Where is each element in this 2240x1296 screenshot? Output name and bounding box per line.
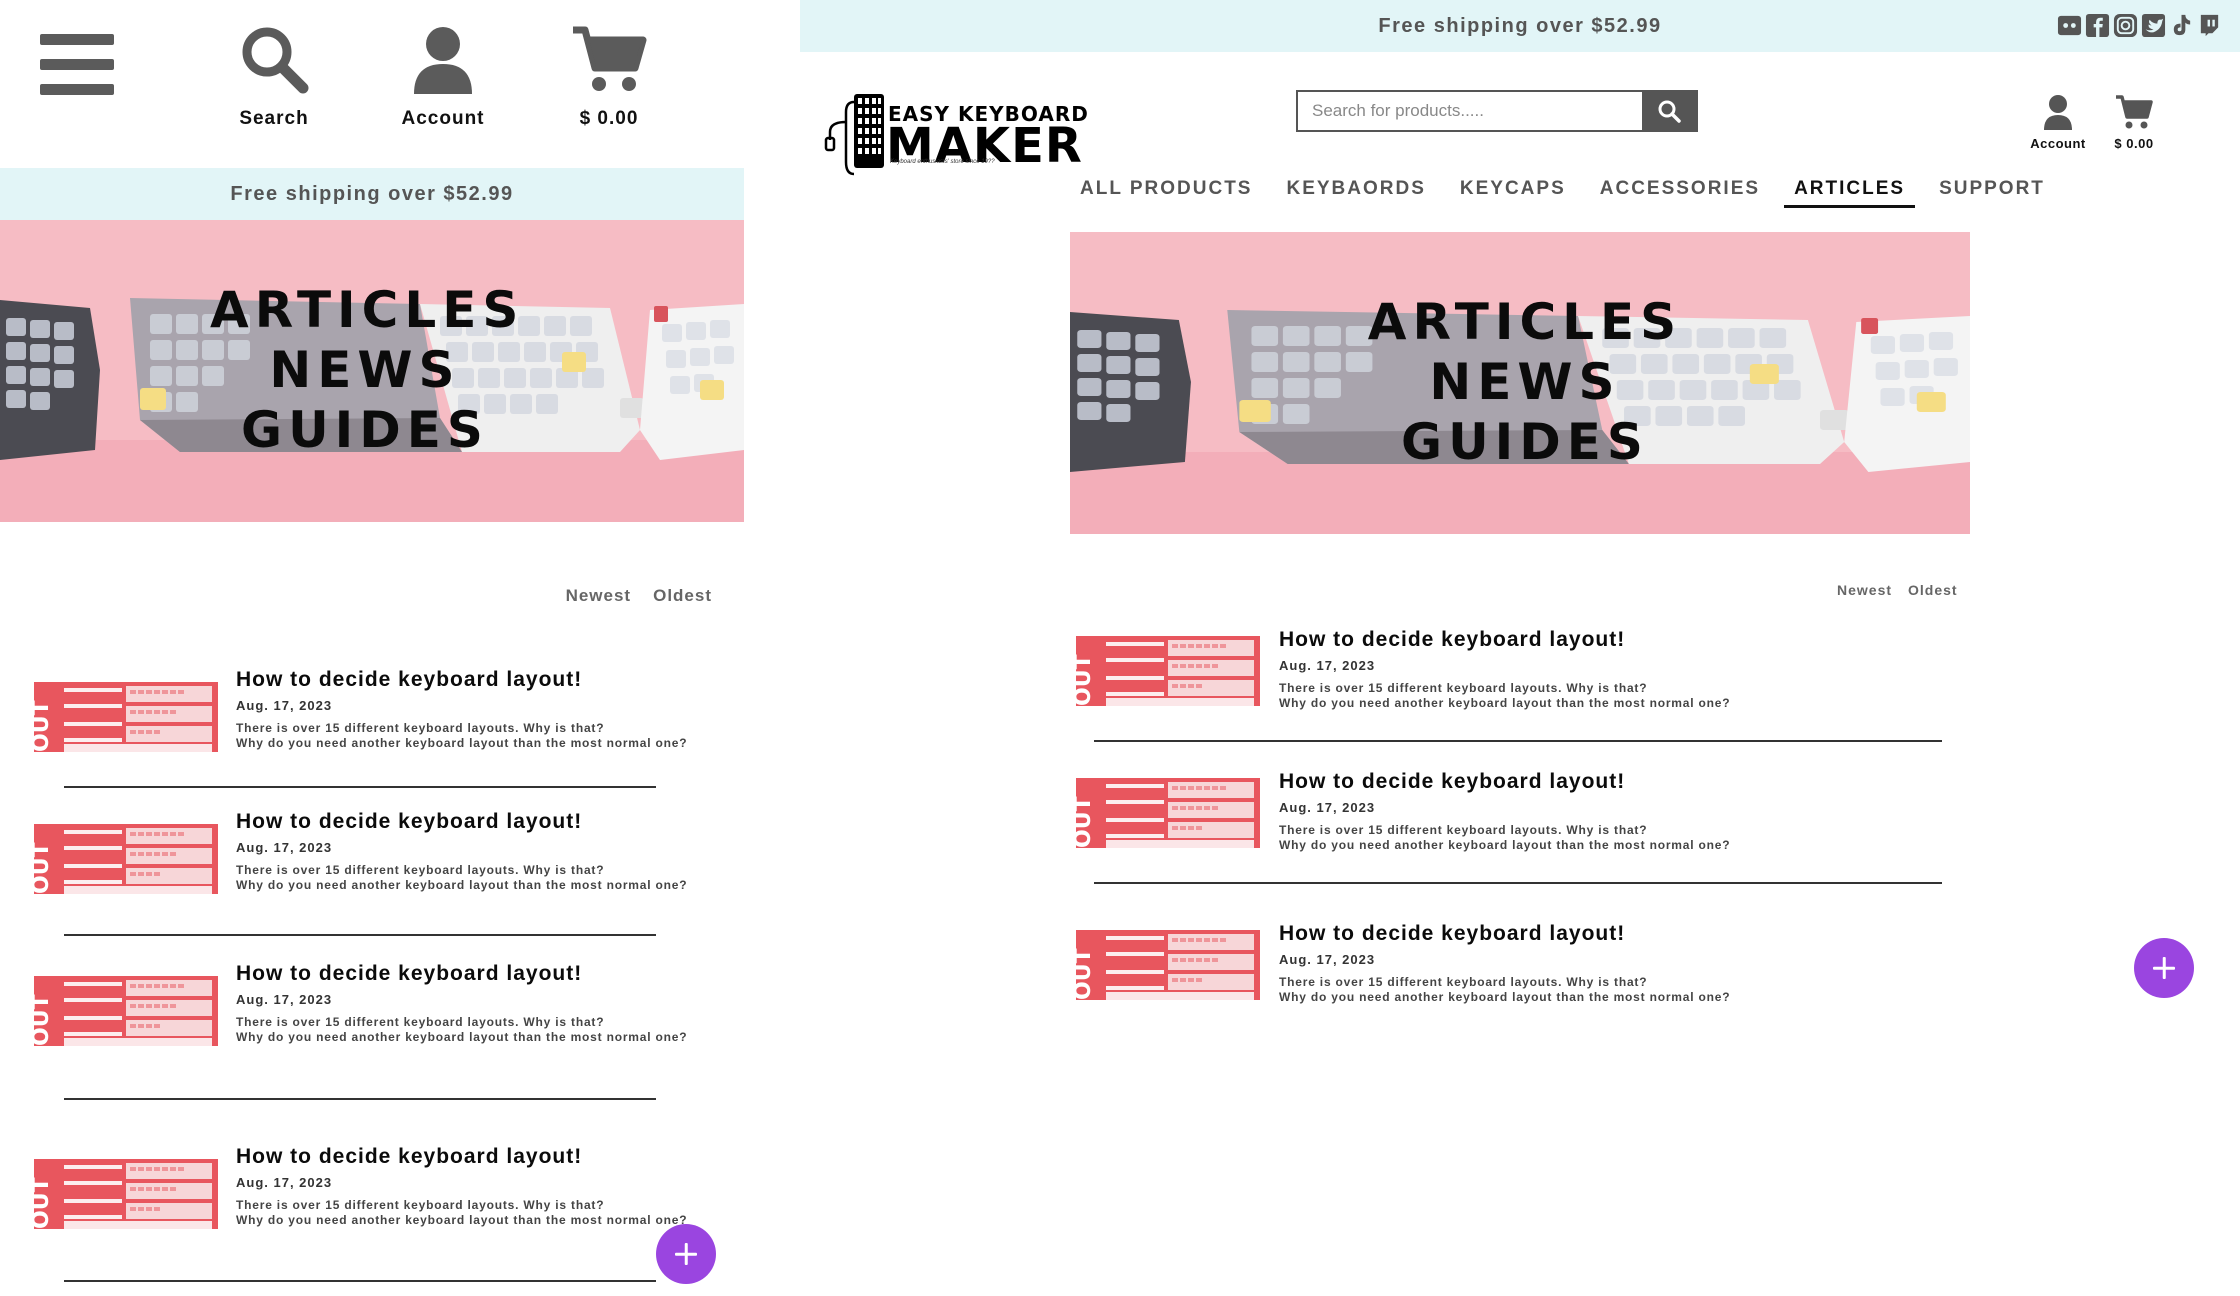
mobile-sort-options: Newest Oldest — [544, 586, 712, 606]
article-thumbnail — [1076, 778, 1260, 848]
mobile-search-label: Search — [239, 108, 309, 129]
logo-text-main: MAKER — [886, 118, 1083, 174]
article-date: Aug. 17, 2023 — [236, 698, 333, 713]
sort-newest-button[interactable]: Newest — [1837, 582, 1892, 598]
account-icon — [2044, 95, 2072, 130]
search-icon — [242, 27, 309, 94]
desktop-hero-title: ARTICLES NEWS GUIDES — [1360, 292, 1690, 472]
search-input[interactable] — [1298, 92, 1644, 130]
cart-total: $ 0.00 — [2114, 136, 2154, 151]
search-submit-button[interactable] — [1642, 92, 1696, 130]
article-divider — [64, 1280, 656, 1282]
nav-all-products[interactable]: ALL PRODUCTS — [1070, 176, 1262, 210]
add-plus-button[interactable] — [2134, 938, 2194, 998]
search-bar — [1296, 90, 1698, 132]
mobile-shipping-banner: Free shipping over $52.99 — [0, 168, 744, 220]
facebook-icon[interactable] — [2085, 13, 2110, 38]
article-divider — [1094, 740, 1942, 742]
article-thumbnail — [1076, 930, 1260, 1000]
mobile-hero-title: ARTICLES NEWS GUIDES — [210, 280, 520, 460]
hero-line-articles: ARTICLES — [210, 281, 525, 339]
article-title[interactable]: How to decide keyboard layout! — [1279, 628, 1919, 652]
article-excerpt: There is over 15 different keyboard layo… — [1279, 681, 1731, 710]
article-thumbnail — [34, 682, 218, 752]
hero-line-news: NEWS — [269, 341, 461, 399]
shipping-text: Free shipping over $52.99 — [1378, 15, 1662, 37]
article-divider — [64, 934, 656, 936]
nav-keyboards[interactable]: KEYBAORDS — [1276, 176, 1435, 210]
mobile-page: Search Account $ 0.00 Free shipping over… — [0, 0, 744, 1296]
article-divider — [64, 1098, 656, 1100]
article-title[interactable]: How to decide keyboard layout! — [1279, 770, 1919, 794]
article-date: Aug. 17, 2023 — [236, 1175, 333, 1190]
article-title[interactable]: How to decide keyboard layout! — [236, 810, 736, 834]
article-title[interactable]: How to decide keyboard layout! — [236, 668, 736, 692]
mobile-header: Search Account $ 0.00 — [0, 0, 744, 168]
desktop-hero-banner: ARTICLES NEWS GUIDES — [1070, 232, 1970, 534]
article-thumbnail — [34, 1159, 218, 1229]
article-excerpt: There is over 15 different keyboard layo… — [236, 1015, 688, 1044]
hamburger-menu-icon[interactable] — [40, 30, 114, 96]
account-button[interactable]: Account — [2028, 94, 2088, 151]
mobile-account-button[interactable]: Account — [383, 24, 503, 130]
mobile-hero-banner: ARTICLES NEWS GUIDES — [0, 220, 744, 522]
account-label: Account — [2030, 136, 2086, 151]
instagram-icon[interactable] — [2113, 13, 2138, 38]
main-nav: ALL PRODUCTS KEYBAORDS KEYCAPS ACCESSORI… — [1070, 176, 2069, 210]
keyboard-logo-icon — [824, 94, 884, 176]
site-logo[interactable]: EASY KEYBOARD MAKER Keyboard enthusiasts… — [824, 92, 1088, 178]
cart-icon — [2116, 95, 2153, 129]
nav-keycaps[interactable]: KEYCAPS — [1450, 176, 1576, 210]
twitter-icon[interactable] — [2141, 13, 2166, 38]
sort-oldest-button[interactable]: Oldest — [1908, 582, 1958, 598]
article-thumbnail — [34, 976, 218, 1046]
nav-accessories[interactable]: ACCESSORIES — [1590, 176, 1770, 210]
add-plus-button[interactable] — [656, 1224, 716, 1284]
mobile-cart-total: $ 0.00 — [579, 108, 639, 129]
article-date: Aug. 17, 2023 — [1279, 952, 1376, 967]
article-title[interactable]: How to decide keyboard layout! — [1279, 922, 1919, 946]
article-excerpt: There is over 15 different keyboard layo… — [1279, 823, 1731, 852]
article-thumbnail — [34, 824, 218, 894]
article-date: Aug. 17, 2023 — [236, 992, 333, 1007]
desktop-shipping-banner: Free shipping over $52.99 — [800, 0, 2240, 52]
article-title[interactable]: How to decide keyboard layout! — [236, 1145, 736, 1169]
tiktok-icon[interactable] — [2169, 13, 2194, 38]
article-title[interactable]: How to decide keyboard layout! — [236, 962, 736, 986]
hero-line-guides: GUIDES — [1401, 413, 1649, 471]
search-icon — [1658, 100, 1681, 123]
cart-button[interactable]: $ 0.00 — [2104, 94, 2164, 151]
nav-articles[interactable]: ARTICLES — [1784, 176, 1916, 208]
logo-tagline: Keyboard enthusiasts' store since 19?? — [890, 159, 995, 165]
discord-icon[interactable] — [2057, 13, 2082, 38]
article-date: Aug. 17, 2023 — [236, 840, 333, 855]
article-divider — [1094, 882, 1942, 884]
article-date: Aug. 17, 2023 — [1279, 658, 1376, 673]
sort-oldest-button[interactable]: Oldest — [653, 586, 712, 605]
mobile-account-label: Account — [401, 108, 485, 129]
twitch-icon[interactable] — [2197, 13, 2222, 38]
social-links — [2057, 13, 2222, 39]
desktop-page: Free shipping over $52.99 EASY KEYBOARD … — [800, 0, 2240, 1296]
hero-line-articles: ARTICLES — [1367, 293, 1683, 351]
hero-line-guides: GUIDES — [241, 401, 489, 459]
article-date: Aug. 17, 2023 — [1279, 800, 1376, 815]
article-thumbnail — [1076, 636, 1260, 706]
nav-support[interactable]: SUPPORT — [1929, 176, 2055, 210]
article-excerpt: There is over 15 different keyboard layo… — [236, 721, 688, 750]
cart-icon — [573, 26, 647, 91]
article-excerpt: There is over 15 different keyboard layo… — [236, 1198, 688, 1227]
article-excerpt: There is over 15 different keyboard layo… — [1279, 975, 1731, 1004]
mobile-cart-button[interactable]: $ 0.00 — [549, 24, 669, 130]
sort-newest-button[interactable]: Newest — [566, 586, 632, 605]
article-divider — [64, 786, 656, 788]
mobile-search-button[interactable]: Search — [214, 24, 334, 130]
article-excerpt: There is over 15 different keyboard layo… — [236, 863, 688, 892]
desktop-sort-options: Newest Oldest — [1837, 582, 1974, 598]
hero-line-news: NEWS — [1429, 353, 1621, 411]
account-icon — [414, 27, 472, 94]
